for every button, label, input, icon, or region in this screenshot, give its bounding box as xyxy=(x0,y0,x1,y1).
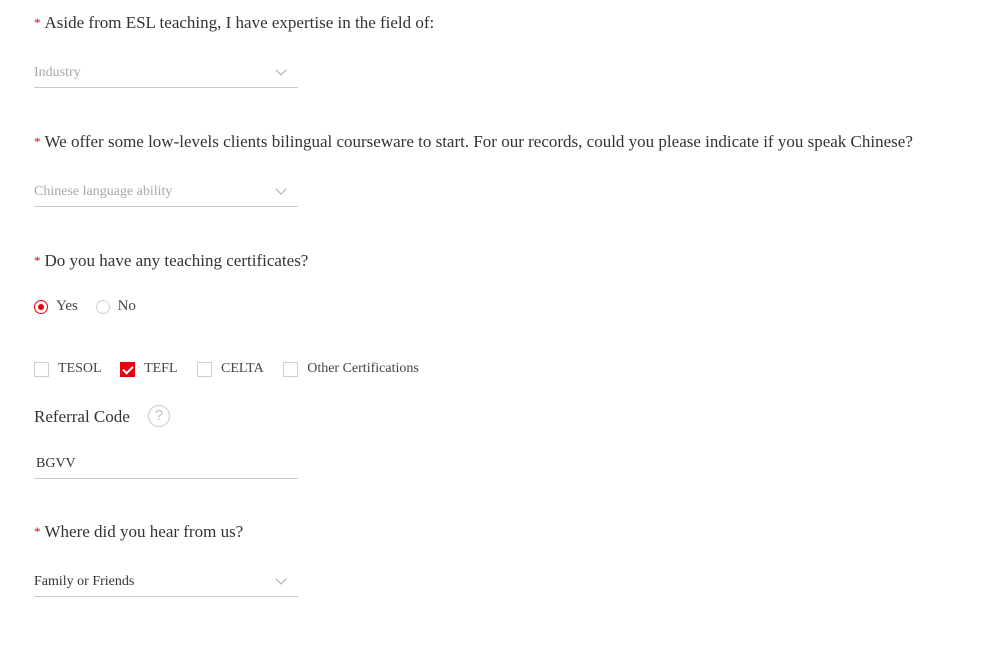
question-industry-text: Aside from ESL teaching, I have expertis… xyxy=(44,13,435,32)
radio-no-label: No xyxy=(117,298,136,314)
required-mark: * xyxy=(34,253,41,268)
chinese-ability-select-placeholder: Chinese language ability xyxy=(34,184,173,199)
checkbox-tesol-box[interactable] xyxy=(34,361,49,377)
required-mark: * xyxy=(34,134,41,149)
question-source: * Where did you hear from us? xyxy=(34,522,243,543)
chinese-ability-select[interactable]: Chinese language ability xyxy=(34,177,298,207)
radio-no-indicator[interactable] xyxy=(95,299,110,314)
question-certificates-text: Do you have any teaching certificates? xyxy=(44,251,309,270)
source-select[interactable]: Family or Friends xyxy=(34,567,298,597)
checkbox-tefl-box[interactable] xyxy=(120,361,136,377)
question-chinese-ability: * We offer some low-levels clients biling… xyxy=(34,132,913,153)
help-icon[interactable]: ? xyxy=(148,405,170,427)
chevron-down-icon xyxy=(275,64,287,76)
checkbox-tesol[interactable]: TESOL xyxy=(34,361,102,377)
referral-code-label: Referral Code xyxy=(34,407,130,426)
question-source-text: Where did you hear from us? xyxy=(44,522,244,541)
checkbox-celta[interactable]: CELTA xyxy=(197,361,264,377)
checkbox-other-box[interactable] xyxy=(283,361,299,377)
checkbox-celta-label: CELTA xyxy=(221,361,264,376)
checkbox-tefl[interactable]: TEFL xyxy=(120,361,178,377)
radio-no[interactable]: No xyxy=(95,298,136,315)
radio-yes-indicator[interactable] xyxy=(34,299,48,314)
checkbox-celta-box[interactable] xyxy=(197,361,213,377)
industry-select[interactable]: Industry xyxy=(34,58,298,88)
question-certificates: * Do you have any teaching certificates? xyxy=(34,251,308,272)
question-chinese-text: We offer some low-levels clients bilingu… xyxy=(44,132,913,151)
checkbox-tesol-label: TESOL xyxy=(58,361,102,376)
required-mark: * xyxy=(34,15,41,30)
checkbox-other-label: Other Certifications xyxy=(307,361,419,376)
question-industry: * Aside from ESL teaching, I have experti… xyxy=(34,13,434,34)
checkbox-other-certifications[interactable]: Other Certifications xyxy=(283,361,419,377)
checkbox-tefl-label: TEFL xyxy=(144,361,178,376)
certifications-checkbox-group: TESOL TEFL CELTA Other Certifications xyxy=(34,361,419,382)
radio-yes[interactable]: Yes xyxy=(34,298,78,315)
radio-yes-label: Yes xyxy=(56,298,78,314)
source-select-value: Family or Friends xyxy=(34,574,135,589)
chevron-down-icon xyxy=(275,183,287,195)
industry-select-placeholder: Industry xyxy=(34,65,81,80)
referral-code-input[interactable] xyxy=(34,449,298,479)
certificate-radio-group: Yes No xyxy=(34,298,136,319)
required-mark: * xyxy=(34,524,41,539)
chevron-down-icon xyxy=(275,573,287,585)
